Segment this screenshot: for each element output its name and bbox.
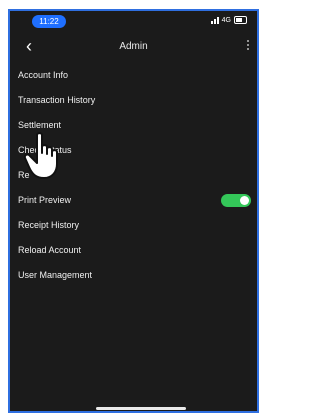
menu-item-label: Transaction History [18, 95, 96, 105]
print-preview-toggle[interactable] [221, 194, 251, 207]
menu-item-label: User Management [18, 270, 93, 280]
page-title: Admin [119, 41, 148, 52]
menu-item-reload-account[interactable]: Reload Account [10, 238, 257, 263]
status-time: 11:22 [32, 15, 66, 28]
toggle-knob [240, 196, 249, 205]
home-indicator [96, 407, 186, 410]
menu-item-label: Settlement [18, 120, 62, 130]
signal-icon [210, 16, 219, 24]
pointing-hand-icon [23, 131, 63, 186]
menu-item-label: Print Preview [18, 195, 72, 205]
battery-icon [234, 16, 247, 24]
menu-item-label: Reload Account [18, 245, 82, 255]
menu-item-account-info[interactable]: Account Info [10, 63, 257, 88]
menu-item-label: Receipt History [18, 220, 80, 230]
network-label: 4G [221, 16, 231, 24]
menu-item-print-preview[interactable]: Print Preview [10, 188, 257, 213]
nav-bar: ‹ Admin [10, 35, 257, 59]
menu-item-receipt-history[interactable]: Receipt History [10, 213, 257, 238]
menu-item-label: Account Info [18, 70, 69, 80]
status-bar: 11:22 4G [10, 11, 257, 33]
status-indicators: 4G [210, 16, 247, 24]
phone-screen: 11:22 4G ‹ Admin Account Info Transactio… [8, 9, 259, 413]
vertical-dots-icon[interactable] [247, 40, 249, 50]
menu-item-user-management[interactable]: User Management [10, 263, 257, 288]
menu-item-transaction-history[interactable]: Transaction History [10, 88, 257, 113]
